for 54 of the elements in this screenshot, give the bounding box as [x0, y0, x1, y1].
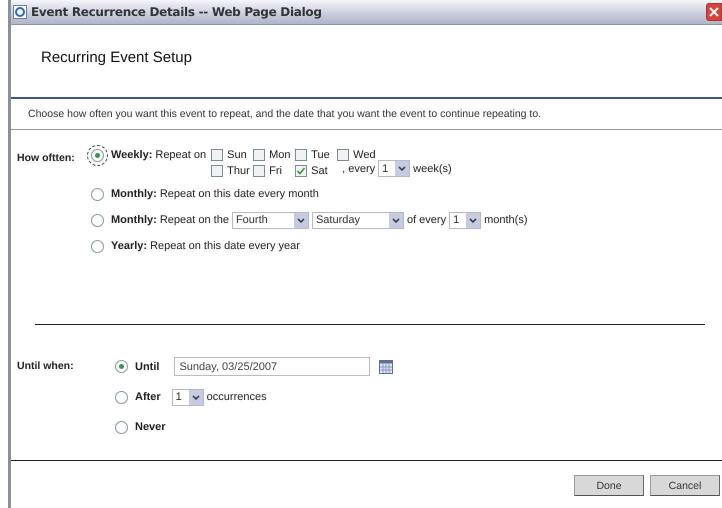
option-text: week(s) — [413, 162, 452, 174]
checkbox[interactable] — [211, 149, 224, 161]
dialog-heading: Recurring Event Setup — [40, 48, 193, 68]
checkmark-icon — [296, 166, 306, 176]
option-label: After — [135, 391, 161, 403]
option-text: Repeat on this date every month — [160, 188, 319, 200]
close-button[interactable] — [706, 3, 722, 21]
dialog-button[interactable]: Done — [574, 475, 644, 496]
day-label: Fri — [269, 165, 282, 177]
dropdown[interactable]: Saturday — [312, 212, 404, 228]
instruction-text: Choose how often you want this event to repeat, and the date that you want the event to continue repeating to. — [27, 107, 542, 122]
radio-button[interactable] — [91, 214, 104, 226]
dropdown[interactable]: 1 — [172, 388, 204, 406]
close-icon — [708, 6, 720, 18]
calendar-icon — [379, 360, 394, 374]
window-title: Event Recurrence Details -- Web Page Dialog — [31, 5, 323, 19]
dropdown[interactable]: 1 — [378, 160, 410, 177]
day-label: Sat — [311, 165, 328, 177]
section-label: Until when: — [17, 359, 75, 374]
radio-button[interactable] — [91, 240, 104, 252]
day-label: Wed — [353, 149, 376, 161]
checkbox[interactable] — [253, 165, 266, 177]
option-label: Weekly: — [111, 149, 152, 161]
checkbox[interactable] — [211, 165, 224, 177]
option-text: Repeat on — [155, 149, 206, 161]
option-label: Never — [135, 421, 166, 433]
page-icon — [13, 5, 27, 19]
dialog-button[interactable]: Cancel — [650, 475, 720, 496]
option-label: Until — [135, 360, 160, 372]
radio-button[interactable] — [115, 390, 128, 404]
checkbox[interactable] — [337, 149, 350, 161]
option-text: month(s) — [484, 214, 528, 226]
checkbox[interactable] — [295, 165, 308, 177]
day-label: Sun — [227, 149, 247, 161]
section-label: How oftten: — [17, 151, 76, 166]
checkbox[interactable] — [295, 149, 308, 161]
radio-button[interactable] — [115, 420, 128, 434]
day-label: Thur — [227, 165, 250, 177]
option-text: Repeat on the — [160, 214, 229, 226]
option-text: occurrences — [206, 391, 267, 403]
radio-button[interactable] — [115, 360, 128, 373]
dropdown[interactable]: 1 — [449, 212, 482, 228]
day-label: Mon — [269, 149, 291, 161]
option-text: Repeat on this date every year — [150, 240, 300, 252]
day-label: Tue — [311, 149, 330, 161]
option-text: of every — [406, 214, 446, 226]
option-text: , every — [342, 162, 376, 174]
option-label: Monthly: — [111, 214, 157, 226]
radio-button[interactable] — [91, 188, 104, 200]
option-label: Monthly: — [111, 188, 157, 200]
checkbox[interactable] — [253, 149, 266, 161]
date-field[interactable]: Sunday, 03/25/2007 — [174, 357, 370, 376]
dropdown[interactable]: Fourth — [232, 212, 309, 228]
option-label: Yearly: — [111, 240, 148, 252]
